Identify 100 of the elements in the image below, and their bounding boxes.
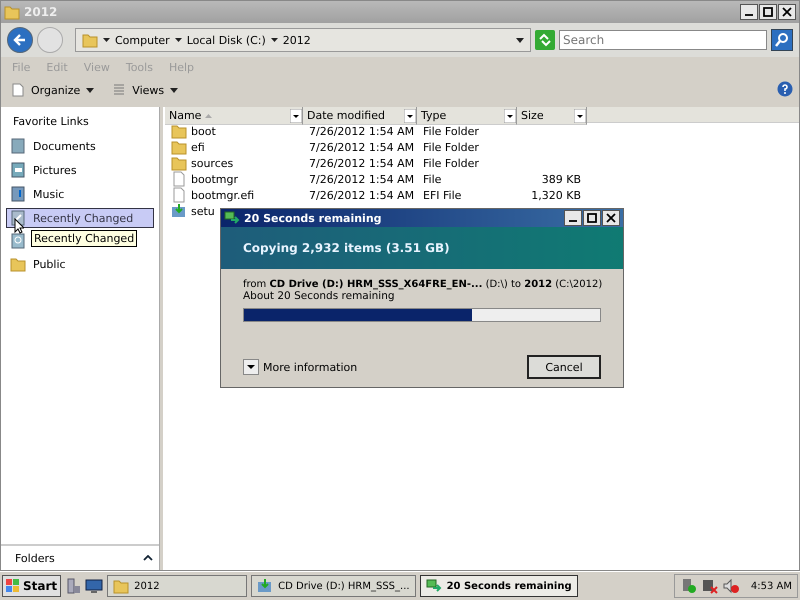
search-field[interactable]: Search <box>559 30 767 50</box>
close-button[interactable] <box>778 4 796 20</box>
copy-heading: Copying 2,932 items (3.51 GB) <box>243 241 450 255</box>
column-header[interactable]: Date modified <box>303 107 417 125</box>
folder-icon <box>82 32 98 48</box>
folder-icon <box>113 578 130 594</box>
close-icon <box>606 213 616 223</box>
file-name: efi <box>191 140 205 154</box>
installer-icon <box>171 203 187 219</box>
sidebar-item[interactable]: Pictures <box>6 160 154 180</box>
sidebar-item[interactable]: Music <box>6 184 154 204</box>
back-button[interactable] <box>7 27 33 53</box>
taskbar-button[interactable]: 20 Seconds remaining <box>420 575 578 597</box>
file-type: EFI File <box>423 188 462 202</box>
document-icon <box>11 83 25 97</box>
file-name: sources <box>191 156 234 170</box>
file-name: bootmgr <box>191 172 238 186</box>
section-title: Favorite Links <box>12 114 90 130</box>
network-error-icon <box>700 578 719 594</box>
file-icon <box>171 171 187 187</box>
views-button[interactable]: Views <box>108 81 182 99</box>
folder-icon <box>4 4 20 20</box>
dialog-title: 20 Seconds remaining <box>244 212 383 224</box>
caret-icon <box>86 88 94 92</box>
taskbar-button[interactable]: CD Drive (D:) HRM_SSS_... <box>251 575 416 597</box>
file-size: 1,320 KB <box>531 188 581 202</box>
caret-icon <box>270 38 278 42</box>
file-type: File Folder <box>423 156 479 170</box>
folder-icon <box>171 139 187 155</box>
copy-source-text: from CD Drive (D:) HRM_SSS_X64FRE_EN-... (D:\) to 2012 (C:\2012) <box>243 279 601 290</box>
organize-button[interactable]: Organize <box>7 81 98 99</box>
maximize-icon <box>587 213 597 223</box>
back-arrow-icon <box>12 32 28 48</box>
copy-icon <box>426 578 442 594</box>
column-header[interactable]: Type <box>417 107 517 125</box>
expand-icon <box>243 359 259 375</box>
muted-speaker-icon <box>722 578 740 594</box>
date-modified: 7/26/2012 1:54 AM <box>309 124 414 138</box>
folder-icon <box>171 155 187 171</box>
desktop-icon[interactable] <box>85 578 104 594</box>
cancel-button[interactable]: Cancel <box>527 355 601 379</box>
search-folder-icon <box>10 233 26 249</box>
mouse-pointer-icon <box>14 218 24 234</box>
caret-icon <box>170 88 178 92</box>
minimize-button[interactable] <box>564 210 582 226</box>
caret-icon <box>103 38 110 42</box>
column-header[interactable]: Name <box>165 107 303 125</box>
sort-arrow-icon <box>205 114 212 118</box>
file-type: File Folder <box>423 140 479 154</box>
maximize-button[interactable] <box>759 4 777 20</box>
refresh-icon <box>535 30 555 50</box>
dropdown-icon <box>290 108 302 122</box>
more-information-toggle[interactable]: More information <box>243 359 358 375</box>
sidebar-item[interactable]: Documents <box>6 136 154 156</box>
tooltip: Recently Changed <box>31 230 138 247</box>
file-name: boot <box>191 124 216 138</box>
column-header[interactable]: Size <box>517 107 587 125</box>
folder-icon <box>171 123 187 139</box>
maximize-icon <box>763 7 773 17</box>
file-type: File Folder <box>423 124 479 138</box>
date-modified: 7/26/2012 1:54 AM <box>309 172 414 186</box>
search-icon <box>774 32 790 48</box>
start-button[interactable]: Start <box>2 575 62 597</box>
library-icon <box>10 162 26 178</box>
minimize-button[interactable] <box>740 4 758 20</box>
close-button[interactable] <box>602 210 620 226</box>
sidebar-item[interactable]: Public <box>6 254 154 274</box>
search-button[interactable] <box>771 29 793 51</box>
caret-icon <box>174 38 182 42</box>
date-modified: 7/26/2012 1:54 AM <box>309 140 414 154</box>
library-icon <box>10 186 26 202</box>
dropdown-icon <box>504 108 516 122</box>
minimize-icon <box>744 13 754 17</box>
file-name: bootmgr.efi <box>191 188 254 202</box>
dropdown-icon <box>404 108 416 122</box>
file-name: setu <box>191 204 215 218</box>
chevron-up-icon <box>143 555 153 561</box>
installer-icon <box>257 578 274 594</box>
breadcrumb[interactable]: Local Disk (C:) <box>186 34 266 46</box>
breadcrumb[interactable]: 2012 <box>282 34 311 46</box>
breadcrumb[interactable]: Computer <box>115 34 170 46</box>
maximize-button[interactable] <box>583 210 601 226</box>
taskbar-button[interactable]: 2012 <box>107 575 248 597</box>
list-icon <box>112 83 126 97</box>
close-icon <box>782 7 792 17</box>
file-size: 389 KB <box>542 172 581 186</box>
help-button[interactable] <box>777 80 793 100</box>
help-icon <box>777 80 793 96</box>
time-remaining: About 20 Seconds remaining <box>243 290 396 302</box>
caret-icon <box>516 38 524 42</box>
copy-icon <box>224 210 240 226</box>
minimize-icon <box>568 219 578 223</box>
file-type: File <box>423 172 442 186</box>
dropdown-icon <box>574 108 586 122</box>
date-modified: 7/26/2012 1:54 AM <box>309 156 414 170</box>
windows-logo-icon <box>6 579 20 593</box>
library-icon <box>10 138 26 154</box>
sidebar-item[interactable]: Recently Changed <box>6 208 154 228</box>
clock: 4:53 AM <box>750 580 792 592</box>
file-icon <box>171 187 187 203</box>
